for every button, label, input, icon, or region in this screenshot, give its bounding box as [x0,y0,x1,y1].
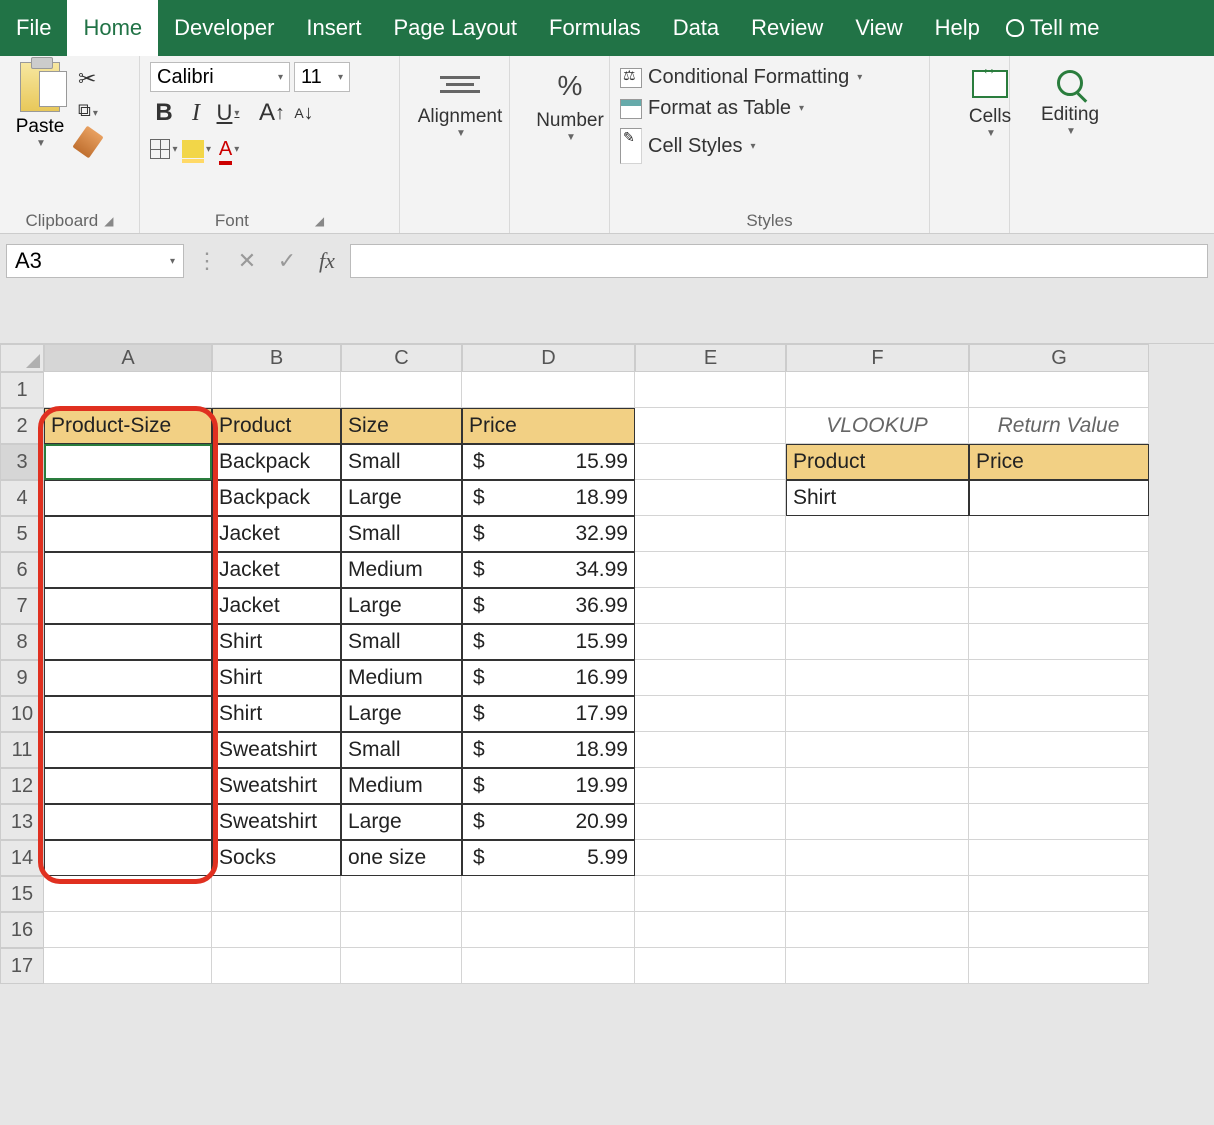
name-box[interactable]: A3▾ [6,244,184,278]
tab-review[interactable]: Review [735,0,839,56]
border-icon [150,139,170,159]
bold-button[interactable]: B [150,98,178,128]
group-clipboard: Paste ▼ ✂ ⧉▾ Clipboard◢ [0,56,140,233]
conditional-formatting-icon [620,68,642,88]
col-header-G[interactable]: G [969,344,1149,372]
format-painter-icon[interactable] [72,126,103,159]
ribbon: Paste ▼ ✂ ⧉▾ Clipboard◢ Calibri▾ 11▾ B I… [0,56,1214,234]
group-editing: Editing ▼ [1010,56,1100,233]
menu-icon[interactable]: ⋮ [190,244,224,278]
tab-file[interactable]: File [0,0,67,56]
clipboard-label: Clipboard [26,211,99,231]
select-all-corner [0,344,44,372]
font-size-select[interactable]: 11▾ [294,62,350,92]
col-header-F[interactable]: F [786,344,969,372]
percent-icon: % [558,70,583,102]
alignment-button[interactable]: Alignment ▼ [410,62,510,139]
font-name-select[interactable]: Calibri▾ [150,62,290,92]
lightbulb-icon [1006,19,1024,37]
group-font: Calibri▾ 11▾ B I U▾ A↑ A↓ ▾ ▾ A▾ Font◢ [140,56,400,233]
cell-styles-button[interactable]: Cell Styles▾ [620,128,919,164]
borders-button[interactable]: ▾ [150,134,178,164]
paste-label: Paste [16,116,65,138]
font-label: Font [215,211,249,231]
col-header-B[interactable]: B [212,344,341,372]
underline-button[interactable]: U▾ [214,98,242,128]
tab-view[interactable]: View [839,0,918,56]
chevron-down-icon: ▼ [566,132,576,143]
chevron-down-icon: ▼ [986,128,996,139]
tab-home[interactable]: Home [67,0,158,56]
active-cell [44,444,212,480]
paste-button[interactable]: Paste ▼ [10,62,70,207]
cancel-icon[interactable]: ✕ [230,244,264,278]
col-header-E[interactable]: E [635,344,786,372]
table-icon [620,99,642,119]
formula-bar: A3▾ ⋮ ✕ ✓ fx [0,234,1214,344]
tell-me[interactable]: Tell me [1006,15,1100,41]
col-header-D[interactable]: D [462,344,635,372]
tab-page-layout[interactable]: Page Layout [377,0,533,56]
chevron-down-icon: ▼ [1066,126,1076,137]
tab-data[interactable]: Data [657,0,735,56]
cell-styles-icon [620,128,642,164]
paste-icon [20,62,60,112]
editing-button[interactable]: Editing ▼ [1020,62,1120,137]
search-icon [1057,70,1083,96]
format-as-table-button[interactable]: Format as Table▾ [620,97,919,120]
cells-icon [972,70,1008,98]
italic-button[interactable]: I [182,98,210,128]
tab-help[interactable]: Help [919,0,996,56]
tab-developer[interactable]: Developer [158,0,290,56]
tab-insert[interactable]: Insert [290,0,377,56]
fill-color-button[interactable]: ▾ [182,134,211,164]
cut-icon[interactable]: ✂ [78,66,98,92]
col-header-A[interactable]: A [44,344,212,372]
grow-font-button[interactable]: A↑ [258,98,286,128]
tab-formulas[interactable]: Formulas [533,0,657,56]
fill-icon [182,140,204,158]
group-styles: Conditional Formatting▾ Format as Table▾… [610,56,930,233]
shrink-font-button[interactable]: A↓ [290,98,318,128]
group-cells: Cells ▼ [930,56,1010,233]
group-number: % Number ▼ [510,56,610,233]
styles-label: Styles [746,211,792,231]
ribbon-tabs: File Home Developer Insert Page Layout F… [0,0,1214,56]
group-alignment: Alignment ▼ [400,56,510,233]
tell-me-label: Tell me [1030,15,1100,41]
enter-icon[interactable]: ✓ [270,244,304,278]
chevron-down-icon: ▼ [36,138,46,149]
font-color-icon: A [219,138,232,161]
col-header-C[interactable]: C [341,344,462,372]
number-button[interactable]: % Number ▼ [520,62,620,143]
spreadsheet-grid[interactable]: ABCDEFG12Product-SizeProductSizePriceVLO… [0,344,1214,984]
fx-icon[interactable]: fx [310,244,344,278]
alignment-icon [440,70,480,98]
copy-icon[interactable]: ⧉▾ [78,100,98,121]
formula-input[interactable] [350,244,1208,278]
conditional-formatting-button[interactable]: Conditional Formatting▾ [620,66,919,89]
font-color-button[interactable]: A▾ [215,134,243,164]
chevron-down-icon: ▼ [456,128,466,139]
